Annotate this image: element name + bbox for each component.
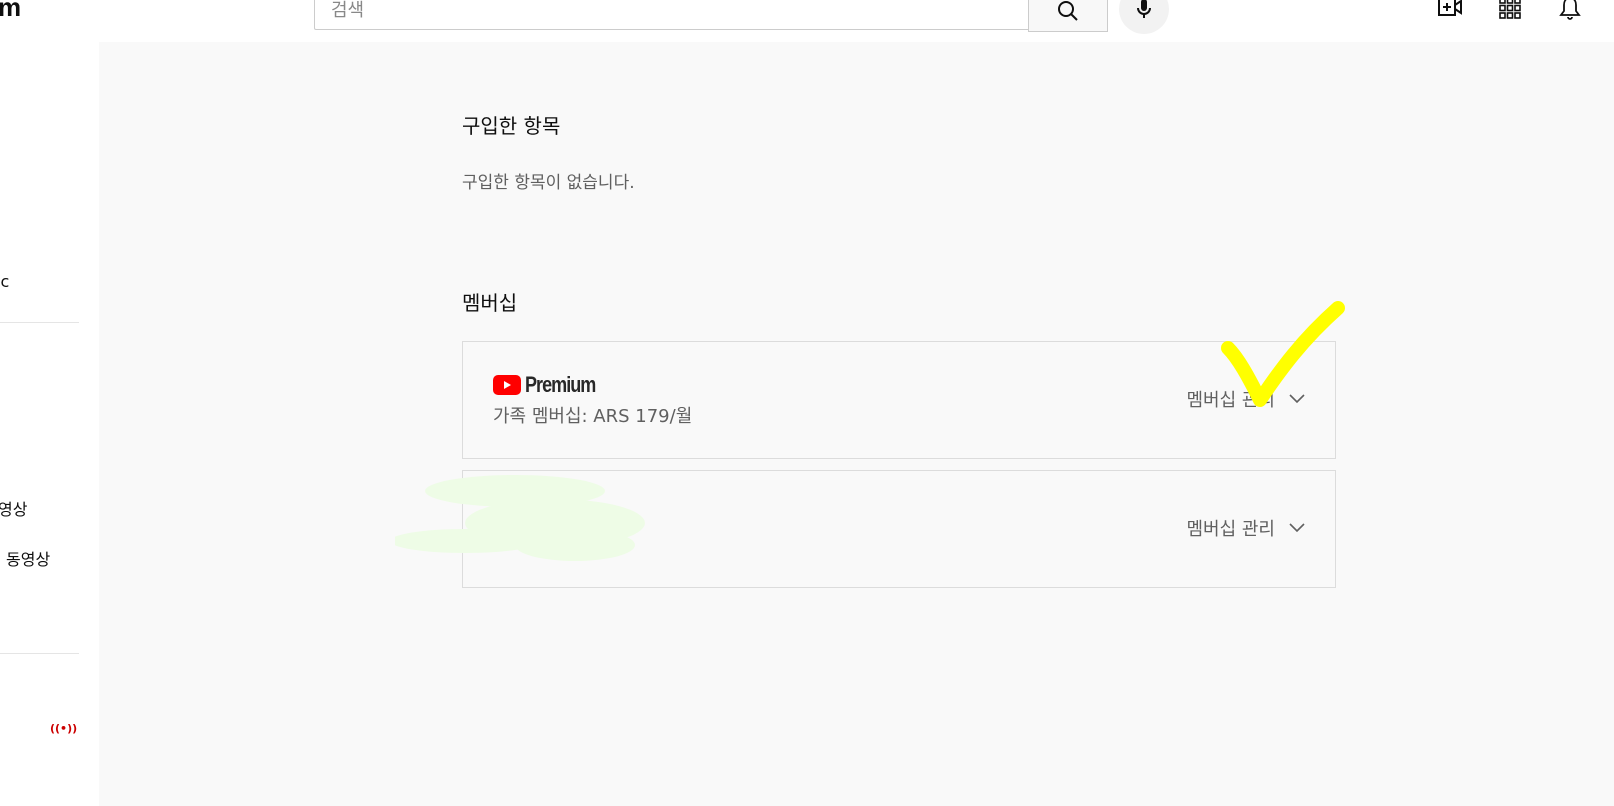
purchases-empty-text: 구입한 항목이 없습니다. — [462, 173, 635, 193]
create-video-icon — [1438, 0, 1462, 16]
search-input[interactable] — [315, 0, 1028, 29]
notifications-bell-icon — [1559, 0, 1581, 20]
youtube-play-icon — [493, 375, 521, 395]
membership-card-redacted: 멤버십 관리 — [395, 470, 1336, 588]
live-broadcast-icon: ((•)) — [50, 722, 78, 735]
chevron-down-icon — [1289, 523, 1305, 533]
manage-membership-label: 멤버십 관리 — [1186, 519, 1275, 540]
sidebar-divider — [0, 653, 79, 654]
manage-membership-button[interactable]: 멤버십 관리 — [1186, 515, 1305, 541]
logo-fragment[interactable]: m — [0, 0, 21, 23]
create-button[interactable] — [1436, 0, 1464, 22]
memberships-title: 멤버십 — [462, 291, 518, 315]
search-box[interactable] — [314, 0, 1028, 30]
top-bar: m — [0, 0, 1614, 42]
chevron-down-icon — [1289, 394, 1305, 404]
membership-card-premium: Premium 가족 멤버십: ARS 179/월 멤버십 관리 — [462, 341, 1336, 459]
main-content: 구입한 항목 구입한 항목이 없습니다. 멤버십 Premium 가족 멤버십:… — [99, 42, 1614, 806]
redaction-mark — [395, 475, 645, 561]
search-button[interactable] — [1028, 0, 1108, 32]
manage-membership-button[interactable]: 멤버십 관리 — [1186, 386, 1305, 412]
apps-grid-icon — [1499, 0, 1521, 19]
voice-search-button[interactable] — [1119, 0, 1169, 34]
mic-icon — [1137, 0, 1151, 18]
sidebar-item-videos[interactable]: 영상 — [0, 496, 27, 520]
search-icon — [1058, 1, 1078, 21]
membership-plan-text: 가족 멤버십: ARS 179/월 — [493, 406, 693, 427]
purchases-title: 구입한 항목 — [462, 114, 561, 138]
apps-button[interactable] — [1496, 0, 1524, 22]
youtube-premium-logo: Premium — [493, 372, 611, 398]
sidebar: ic 영상 동영상 ((•)) — [0, 42, 96, 806]
manage-membership-label: 멤버십 관리 — [1186, 390, 1275, 411]
notifications-button[interactable] — [1556, 0, 1584, 22]
premium-brand-text: Premium — [525, 372, 596, 397]
sidebar-item-music[interactable]: ic — [0, 272, 9, 291]
sidebar-item-liked-videos[interactable]: 동영상 — [6, 546, 50, 570]
sidebar-divider — [0, 322, 79, 323]
